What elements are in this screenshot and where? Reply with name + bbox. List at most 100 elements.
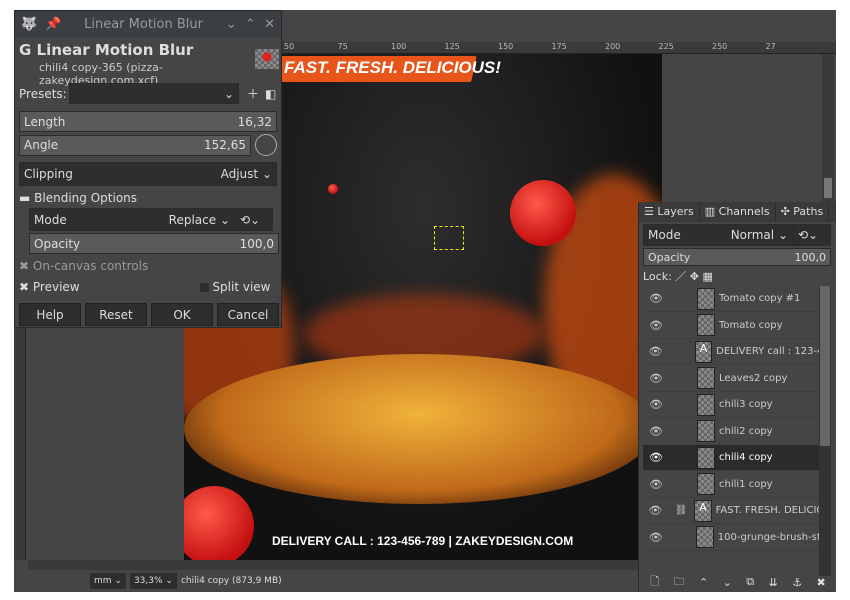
left-ruler	[14, 328, 26, 560]
footer-text: DELIVERY CALL : 123-456-789 | ZAKEYDESIG…	[272, 534, 574, 548]
layer-mode-select[interactable]: Mode Normal ⌄	[643, 224, 793, 246]
layer-row[interactable]: 👁 chili4 copy	[643, 445, 819, 471]
unit-value: mm	[94, 576, 112, 586]
eye-icon[interactable]: 👁	[643, 345, 668, 358]
angle-slider[interactable]: Angle 152,65	[19, 134, 251, 156]
new-layer-icon[interactable]: 🗋	[650, 573, 659, 592]
tab-paths[interactable]: ✣ Paths	[776, 202, 830, 222]
eye-icon[interactable]: 👁	[643, 478, 669, 491]
preset-menu-icon[interactable]: ◧	[265, 87, 276, 101]
window-title: Linear Motion Blur	[84, 16, 203, 32]
clipping-select[interactable]: Clipping Adjust ⌄	[19, 162, 277, 186]
lock-alpha-icon[interactable]: ▦	[703, 270, 713, 283]
opacity-slider[interactable]: Opacity 100,0	[29, 233, 279, 254]
angle-dial-icon[interactable]	[255, 134, 277, 156]
layer-row[interactable]: 👁 chili3 copy	[643, 392, 819, 418]
layer-row[interactable]: 👁 chili1 copy	[643, 472, 819, 498]
eye-icon[interactable]: 👁	[643, 504, 668, 517]
merge-layer-icon[interactable]: ⇊	[769, 576, 778, 589]
layer-thumbnail	[697, 393, 715, 416]
tab-layers[interactable]: ☰ Layers	[639, 202, 700, 222]
eye-icon[interactable]: 👁	[643, 292, 669, 305]
layer-list-scrollbar[interactable]	[819, 286, 831, 576]
lower-layer-icon[interactable]: ⌄	[723, 576, 732, 589]
layer-thumbnail	[696, 526, 714, 548]
presets-select[interactable]: ⌄	[69, 83, 239, 104]
collapse-icon[interactable]: ▬	[19, 191, 30, 205]
eye-icon[interactable]: 👁	[643, 531, 669, 544]
zoom-value: 33,3%	[133, 576, 163, 586]
layer-thumbnail	[697, 446, 715, 469]
ruler-tick: 50	[284, 42, 295, 51]
layer-thumbnail	[697, 287, 715, 310]
duplicate-layer-icon[interactable]: ⧉	[746, 575, 754, 589]
zoom-select[interactable]: 33,3% ⌄	[129, 573, 177, 589]
layer-opacity-slider[interactable]: Opacity 100,0	[643, 248, 831, 266]
eye-icon[interactable]: 👁	[643, 398, 669, 411]
angle-value: 152,65	[204, 138, 246, 152]
layer-row[interactable]: 👁 A DELIVERY call : 123-4	[643, 339, 819, 365]
length-label: Length	[24, 114, 66, 129]
cancel-button[interactable]: Cancel	[217, 303, 279, 326]
layer-row[interactable]: 👁 Tomato copy #1	[643, 286, 819, 312]
minimize-icon[interactable]: ⌄	[226, 17, 237, 32]
ruler-tick: 100	[391, 42, 407, 51]
layer-name: Leaves2 copy	[719, 372, 788, 384]
unit-select[interactable]: mm ⌄	[90, 573, 126, 589]
blending-options-expander[interactable]: Blending Options	[34, 191, 137, 205]
opacity-label: Opacity	[648, 250, 691, 264]
status-info: chili4 copy (873,9 MB)	[180, 576, 282, 586]
layer-name: 100-grunge-brush-st	[717, 531, 819, 543]
add-preset-icon[interactable]: ＋	[247, 85, 259, 102]
tab-label: Channels	[718, 205, 770, 218]
vertical-scrollbar[interactable]	[822, 54, 834, 204]
chain-icon[interactable]: ⛓	[668, 505, 695, 516]
horizontal-scrollbar[interactable]	[28, 560, 638, 570]
new-group-icon[interactable]: 🗀	[674, 573, 685, 592]
angle-label: Angle	[24, 138, 59, 152]
eye-icon[interactable]: 👁	[643, 372, 669, 385]
dialog-heading: G Linear Motion Blur	[19, 41, 193, 59]
layer-name: chili1 copy	[719, 478, 773, 490]
on-canvas-label: On-canvas controls	[32, 259, 149, 273]
layer-row[interactable]: 👁 ⛓ A FAST. FRESH. DELICIO	[643, 498, 819, 524]
preview-checkbox[interactable]: ✖	[19, 280, 29, 294]
layer-preview-icon: ●	[255, 49, 279, 69]
mode-select[interactable]: Mode Replace ⌄	[29, 208, 235, 231]
layer-thumbnail	[697, 473, 715, 495]
delete-layer-icon[interactable]: ✖	[817, 576, 826, 589]
layer-composite-select[interactable]: ⟲⌄	[793, 224, 831, 246]
eye-icon[interactable]: 👁	[643, 451, 669, 464]
tab-label: Layers	[657, 205, 694, 218]
lock-pixels-icon[interactable]: ／	[675, 268, 686, 284]
length-slider[interactable]: Length 16,32	[19, 111, 277, 132]
mode-label: Mode	[648, 228, 681, 242]
eye-icon[interactable]: 👁	[643, 319, 669, 332]
selection-outline	[434, 226, 464, 250]
ruler-tick: 125	[444, 42, 460, 51]
layer-row[interactable]: 👁 Tomato copy	[643, 313, 819, 339]
clipping-label: Clipping	[24, 167, 73, 181]
layer-row[interactable]: 👁 Leaves2 copy	[643, 366, 819, 392]
dialog-title: Linear Motion Blur	[36, 41, 194, 59]
split-view-checkbox[interactable]	[199, 282, 209, 292]
layer-name: chili2 copy	[719, 425, 773, 437]
ok-button[interactable]: OK	[151, 303, 213, 326]
layer-row[interactable]: 👁 chili2 copy	[643, 419, 819, 445]
on-canvas-checkbox[interactable]: ✖	[19, 259, 29, 273]
tab-channels[interactable]: ▥ Channels	[700, 202, 776, 222]
length-value: 16,32	[237, 114, 272, 129]
eye-icon[interactable]: 👁	[643, 425, 669, 438]
close-icon[interactable]: ✕	[264, 17, 275, 32]
reset-button[interactable]: Reset	[85, 303, 147, 326]
anchor-layer-icon[interactable]: ⚓	[792, 576, 802, 589]
layer-row[interactable]: 👁 100-grunge-brush-st	[643, 525, 819, 551]
banner-text: FAST. FRESH. DELICIOUS!	[284, 58, 501, 77]
split-view-label: Split view	[212, 280, 271, 294]
lock-position-icon[interactable]: ✥	[690, 270, 699, 283]
composite-mode-select[interactable]: ⟲⌄	[235, 208, 273, 231]
pin-icon[interactable]: 📌	[45, 17, 61, 32]
raise-layer-icon[interactable]: ⌃	[699, 576, 708, 589]
help-button[interactable]: Help	[19, 303, 81, 326]
maximize-icon[interactable]: ⌃	[245, 17, 256, 32]
